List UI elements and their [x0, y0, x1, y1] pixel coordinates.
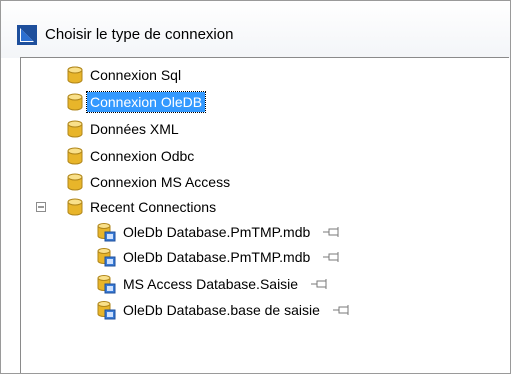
recent-connection-item[interactable]: OleDb Database.PmTMP.mdb [96, 246, 341, 268]
tree-item-label: Recent Connections [90, 199, 217, 215]
tree-item-recent-connections[interactable]: Recent Connections [66, 196, 219, 218]
pin-icon[interactable] [332, 304, 351, 316]
tree-item-label: Connexion Odbc [90, 148, 195, 164]
recent-connection-icon [97, 223, 116, 242]
recent-connection-item[interactable]: OleDb Database.base de saisie [96, 299, 351, 321]
tree-item-label: Données XML [90, 121, 179, 137]
recent-connection-item[interactable]: MS Access Database.Saisie [96, 273, 329, 295]
dialog-window: Choisir le type de connexion Connexion S… [0, 0, 511, 374]
tree-item-label: Connexion OleDB [85, 91, 207, 113]
tree-item-donnees-xml[interactable]: Données XML [66, 118, 182, 140]
pin-icon[interactable] [323, 251, 341, 263]
recent-connection-label: OleDb Database.PmTMP.mdb [123, 224, 311, 240]
tree-item-connexion-odbc[interactable]: Connexion Odbc [66, 145, 197, 167]
app-icon [17, 25, 37, 45]
database-icon [67, 198, 83, 216]
tree-item-connexion-ms-access[interactable]: Connexion MS Access [66, 171, 233, 193]
title-bar: Choisir le type de connexion [1, 1, 510, 58]
collapse-icon[interactable] [36, 202, 46, 212]
recent-connection-label: OleDb Database.PmTMP.mdb [123, 249, 311, 265]
database-icon [67, 173, 83, 191]
database-icon [67, 147, 83, 165]
recent-connection-item[interactable]: OleDb Database.PmTMP.mdb [96, 221, 341, 243]
tree-item-label: Connexion MS Access [90, 174, 231, 190]
tree-item-label: Connexion Sql [90, 67, 182, 83]
window-title: Choisir le type de connexion [45, 26, 234, 43]
recent-connection-icon [97, 301, 116, 320]
recent-connection-label: OleDb Database.base de saisie [123, 302, 320, 318]
recent-connection-icon [97, 275, 116, 294]
recent-connection-icon [97, 248, 116, 267]
database-icon [67, 93, 83, 111]
recent-connection-label: MS Access Database.Saisie [123, 276, 299, 292]
pin-icon[interactable] [311, 278, 329, 290]
pin-icon[interactable] [323, 226, 341, 238]
tree-item-connexion-oledb[interactable]: Connexion OleDB [66, 91, 207, 113]
database-icon [67, 120, 83, 138]
tree-item-connexion-sql[interactable]: Connexion Sql [66, 64, 184, 86]
database-icon [67, 66, 83, 84]
